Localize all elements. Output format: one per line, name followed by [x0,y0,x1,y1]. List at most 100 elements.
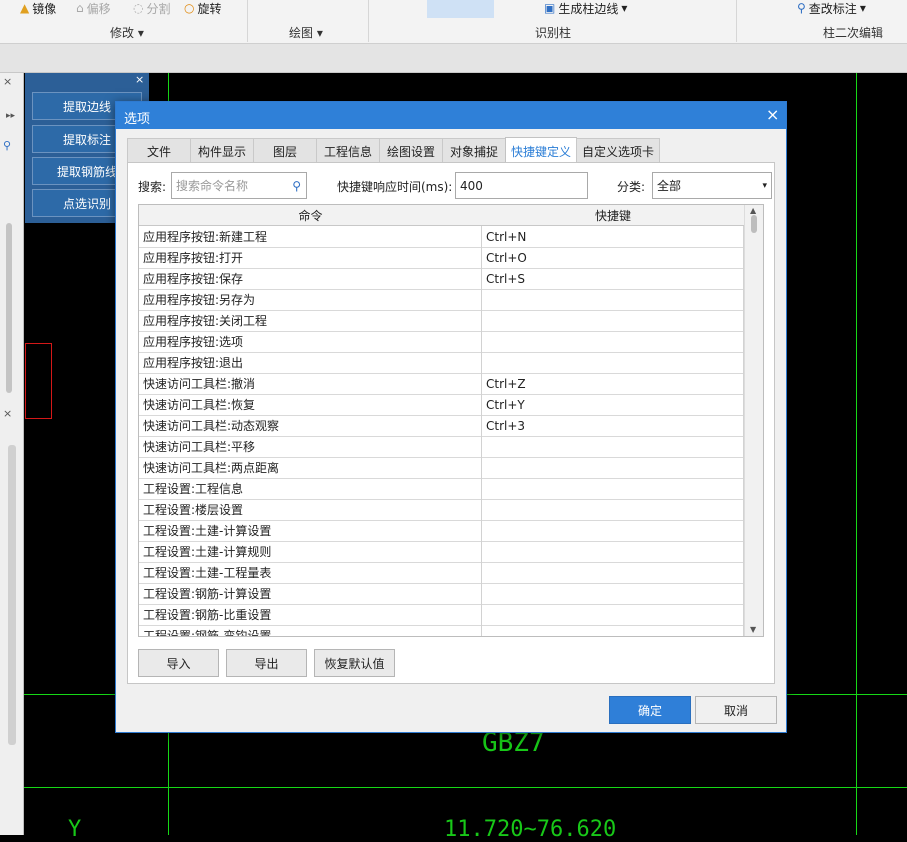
command-cell: 应用程序按钮:选项 [139,331,482,352]
group-label-draw[interactable]: 绘图 ▾ [289,24,323,41]
scroll-down-icon[interactable]: ▼ [750,625,756,634]
shortcut-cell[interactable] [482,436,744,457]
expand-icon[interactable]: ▸▸ [6,111,15,121]
search-icon[interactable]: ⚲ [3,139,11,152]
shortcut-cell[interactable] [482,625,744,636]
table-row[interactable]: 快速访问工具栏:撤消 Ctrl+Z [139,373,744,395]
tab-object-snap[interactable]: 对象捕捉 [442,138,506,163]
left-sidebar: × ▸▸ ⚲ × [0,73,24,835]
shortcut-cell[interactable] [482,478,744,499]
gen-column-edge-button[interactable]: ▣ 生成柱边线 ▾ [544,0,627,16]
restore-defaults-button[interactable]: 恢复默认值 [314,649,395,677]
close-icon[interactable]: × [3,75,12,88]
shortcut-cell[interactable] [482,457,744,478]
tab-project-info[interactable]: 工程信息 [316,138,380,163]
search-icon[interactable]: ⚲ [292,179,301,193]
column-header-shortcut[interactable]: 快捷键 [482,205,745,226]
command-cell: 快速访问工具栏:撤消 [139,373,482,394]
table-row[interactable]: 工程设置:土建-计算设置 [139,520,744,542]
group-separator [368,0,369,42]
table-row[interactable]: 应用程序按钮:另存为 [139,289,744,311]
tab-component-display[interactable]: 构件显示 [190,138,254,163]
offset-icon: ⌂ [76,1,84,15]
search-input[interactable]: 搜索命令名称 ⚲ [171,172,307,199]
table-row[interactable]: 应用程序按钮:退出 [139,352,744,374]
command-cell: 应用程序按钮:保存 [139,268,482,289]
shortcut-cell[interactable] [482,499,744,520]
shortcut-cell[interactable] [482,331,744,352]
table-row[interactable]: 工程设置:楼层设置 [139,499,744,521]
rotate-icon: ○ [184,1,195,15]
close-icon[interactable]: × [135,73,144,86]
table-row[interactable]: 工程设置:土建-计算规则 [139,541,744,563]
split-button[interactable]: ◌ 分割 [133,0,171,16]
shortcut-cell[interactable]: Ctrl+Z [482,373,744,394]
cancel-button[interactable]: 取消 [695,696,777,724]
chevron-down-icon: ▾ [859,1,866,15]
table-row[interactable]: 应用程序按钮:选项 [139,331,744,353]
dialog-title: 选项 [124,112,151,127]
table-row[interactable]: 工程设置:钢筋-弯钩设置 [139,625,744,636]
category-select[interactable]: 全部 ▾ [652,172,772,199]
offset-button[interactable]: ⌂ 偏移 [76,0,111,16]
options-dialog: 选项 × 文件 构件显示 图层 工程信息 绘图设置 对象捕捉 快捷键定义 自定义… [115,101,787,733]
table-row[interactable]: 工程设置:工程信息 [139,478,744,500]
shortcut-cell[interactable]: Ctrl+N [482,226,744,247]
shortcut-cell[interactable] [482,583,744,604]
table-row[interactable]: 应用程序按钮:关闭工程 [139,310,744,332]
scrollbar-thumb[interactable] [6,223,12,393]
response-time-input[interactable]: 400 [455,172,588,199]
table-row[interactable]: 快速访问工具栏:动态观察 Ctrl+3 [139,415,744,437]
shortcut-cell[interactable] [482,604,744,625]
axis-label: Y [68,817,82,842]
command-cell: 工程设置:楼层设置 [139,499,482,520]
export-button[interactable]: 导出 [226,649,307,677]
command-cell: 应用程序按钮:退出 [139,352,482,373]
shortcut-cell[interactable] [482,562,744,583]
scrollbar-track[interactable] [8,445,16,745]
scrollbar-thumb[interactable] [751,215,757,233]
table-row[interactable]: 工程设置:钢筋-计算设置 [139,583,744,605]
shortcut-cell[interactable] [482,352,744,373]
tab-custom-tabs[interactable]: 自定义选项卡 [576,138,660,163]
shortcut-cell[interactable] [482,520,744,541]
table-row[interactable]: 快速访问工具栏:平移 [139,436,744,458]
dialog-titlebar[interactable]: 选项 × [116,102,786,129]
close-icon[interactable]: × [766,105,779,124]
column-edge-icon: ▣ [544,1,556,15]
shortcut-cell[interactable]: Ctrl+3 [482,415,744,436]
rotate-button[interactable]: ○ 旋转 [184,0,222,16]
table-row[interactable]: 工程设置:钢筋-比重设置 [139,604,744,626]
table-row[interactable]: 工程设置:土建-工程量表 [139,562,744,584]
group-label-column-edit: 柱二次编辑 [823,26,884,40]
mirror-button[interactable]: ▲ 镜像 [20,0,56,16]
shortcut-cell[interactable]: Ctrl+O [482,247,744,268]
table-row[interactable]: 快速访问工具栏:恢复 Ctrl+Y [139,394,744,416]
ok-button[interactable]: 确定 [609,696,691,724]
shortcut-cell[interactable]: Ctrl+S [482,268,744,289]
tab-layers[interactable]: 图层 [253,138,317,163]
command-cell: 应用程序按钮:打开 [139,247,482,268]
toolbar-strip [0,44,907,73]
tab-file[interactable]: 文件 [127,138,191,163]
table-row[interactable]: 应用程序按钮:打开 Ctrl+O [139,247,744,269]
shortcut-cell[interactable] [482,289,744,310]
shortcut-cell[interactable] [482,310,744,331]
tab-shortcut-keys[interactable]: 快捷键定义 [505,137,577,164]
shortcut-cell[interactable]: Ctrl+Y [482,394,744,415]
vertical-scrollbar[interactable]: ▲ ▼ [744,205,763,636]
shortcut-cell[interactable] [482,541,744,562]
import-button[interactable]: 导入 [138,649,219,677]
search-annotation-icon: ⚲ [797,1,806,15]
close-icon[interactable]: × [3,407,12,420]
table-row[interactable]: 快速访问工具栏:两点距离 [139,457,744,479]
table-row[interactable]: 应用程序按钮:保存 Ctrl+S [139,268,744,290]
group-label-modify[interactable]: 修改 ▾ [110,24,144,41]
check-annotation-button[interactable]: ⚲ 查改标注 ▾ [797,0,866,16]
column-header-command[interactable]: 命令 [139,205,483,226]
scroll-up-icon[interactable]: ▲ [750,206,756,215]
highlighted-tool-button[interactable] [427,0,494,18]
command-cell: 工程设置:工程信息 [139,478,482,499]
tab-draw-settings[interactable]: 绘图设置 [379,138,443,163]
table-row[interactable]: 应用程序按钮:新建工程 Ctrl+N [139,226,744,248]
